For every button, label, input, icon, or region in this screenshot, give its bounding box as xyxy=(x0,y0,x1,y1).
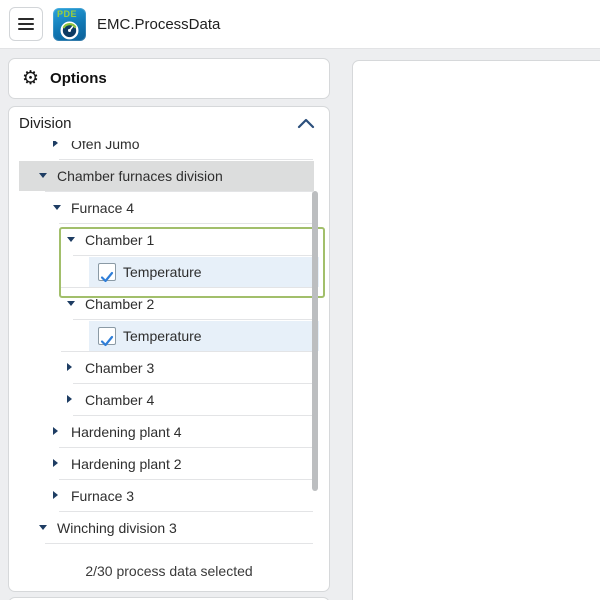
tree-item-hardening-plant-4[interactable]: Hardening plant 4 xyxy=(9,416,329,448)
tree-item-chamber-2[interactable]: Chamber 2 xyxy=(9,288,329,320)
tree-scrollbar[interactable] xyxy=(312,191,318,491)
app-window: PDE EMC.ProcessData ⚙ Options Division O… xyxy=(0,0,600,600)
tree-item-furnace-3[interactable]: Furnace 3 xyxy=(9,480,329,512)
checkmark-icon xyxy=(100,271,114,283)
process-tree: Ofen Jumo Chamber furnaces division Furnac… xyxy=(9,141,329,550)
tree-item-label: Hardening plant 2 xyxy=(71,456,182,472)
collapse-arrow-icon[interactable] xyxy=(67,237,75,242)
tree-item-label: Temperature xyxy=(123,328,202,344)
tree-item-label: Chamber 1 xyxy=(85,232,155,248)
app-title: EMC.ProcessData xyxy=(97,15,221,33)
tree-item-label: Ofen Jumo xyxy=(71,141,140,152)
collapse-arrow-icon[interactable] xyxy=(53,205,61,210)
division-panel: Division Ofen Jumo Chamber furnaces divis… xyxy=(8,106,330,592)
app-logo: PDE xyxy=(53,7,86,41)
checkmark-icon xyxy=(100,335,114,347)
tree-item-label: Chamber 4 xyxy=(85,392,155,408)
expand-arrow-icon[interactable] xyxy=(53,141,58,147)
expand-arrow-icon[interactable] xyxy=(67,363,72,371)
tree-item-label: Temperature xyxy=(123,264,202,280)
tree-item-winching-division-3[interactable]: Winching division 3 xyxy=(9,512,329,544)
tree-item-label: Furnace 4 xyxy=(71,200,135,216)
checkbox-checked[interactable] xyxy=(98,327,116,347)
expand-arrow-icon[interactable] xyxy=(53,491,58,499)
tree-item-chamber-4[interactable]: Chamber 4 xyxy=(9,384,329,416)
tree-item-ofen-jumo[interactable]: Ofen Jumo xyxy=(9,141,329,160)
checkbox-checked[interactable] xyxy=(98,263,116,283)
tree-item-label: Furnace 3 xyxy=(71,488,135,504)
expand-arrow-icon[interactable] xyxy=(67,395,72,403)
tree-item-chamber-furnaces-division[interactable]: Chamber furnaces division xyxy=(9,160,329,192)
expand-arrow-icon[interactable] xyxy=(53,427,58,435)
tree-item-label: Winching division 3 xyxy=(57,520,177,536)
tree-item-label: Chamber 3 xyxy=(85,360,155,376)
division-header[interactable]: Division xyxy=(9,107,329,141)
division-title: Division xyxy=(19,115,72,132)
gauge-icon xyxy=(60,20,79,39)
collapse-arrow-icon[interactable] xyxy=(39,173,47,178)
gear-icon: ⚙ xyxy=(22,67,40,89)
tree-item-temperature[interactable]: Temperature xyxy=(9,320,329,352)
tree-item-furnace-4[interactable]: Furnace 4 xyxy=(9,192,329,224)
logo-pde-text: PDE xyxy=(57,8,78,19)
menu-button[interactable] xyxy=(9,7,43,41)
tree-item-chamber-3[interactable]: Chamber 3 xyxy=(9,352,329,384)
collapse-arrow-icon[interactable] xyxy=(39,525,47,530)
tree-item-hardening-plant-2[interactable]: Hardening plant 2 xyxy=(9,448,329,480)
tree-item-label: Chamber furnaces division xyxy=(57,168,223,184)
tree-item-label: Hardening plant 4 xyxy=(71,424,182,440)
tree-item-temperature[interactable]: Temperature xyxy=(9,256,329,288)
collapse-arrow-icon[interactable] xyxy=(67,301,75,306)
options-panel[interactable]: ⚙ Options xyxy=(8,58,330,99)
chevron-up-icon[interactable] xyxy=(297,118,315,129)
expand-arrow-icon[interactable] xyxy=(53,459,58,467)
tree-item-chamber-1[interactable]: Chamber 1 xyxy=(9,224,329,256)
selection-count: 2/30 process data selected xyxy=(85,563,253,579)
content-area: Furnace 4 | No order Chamber 1 | Tempera… xyxy=(352,60,600,600)
options-label: Options xyxy=(50,70,107,87)
hamburger-icon xyxy=(18,18,34,20)
top-bar: PDE EMC.ProcessData xyxy=(0,0,600,49)
tree-item-label: Chamber 2 xyxy=(85,296,155,312)
